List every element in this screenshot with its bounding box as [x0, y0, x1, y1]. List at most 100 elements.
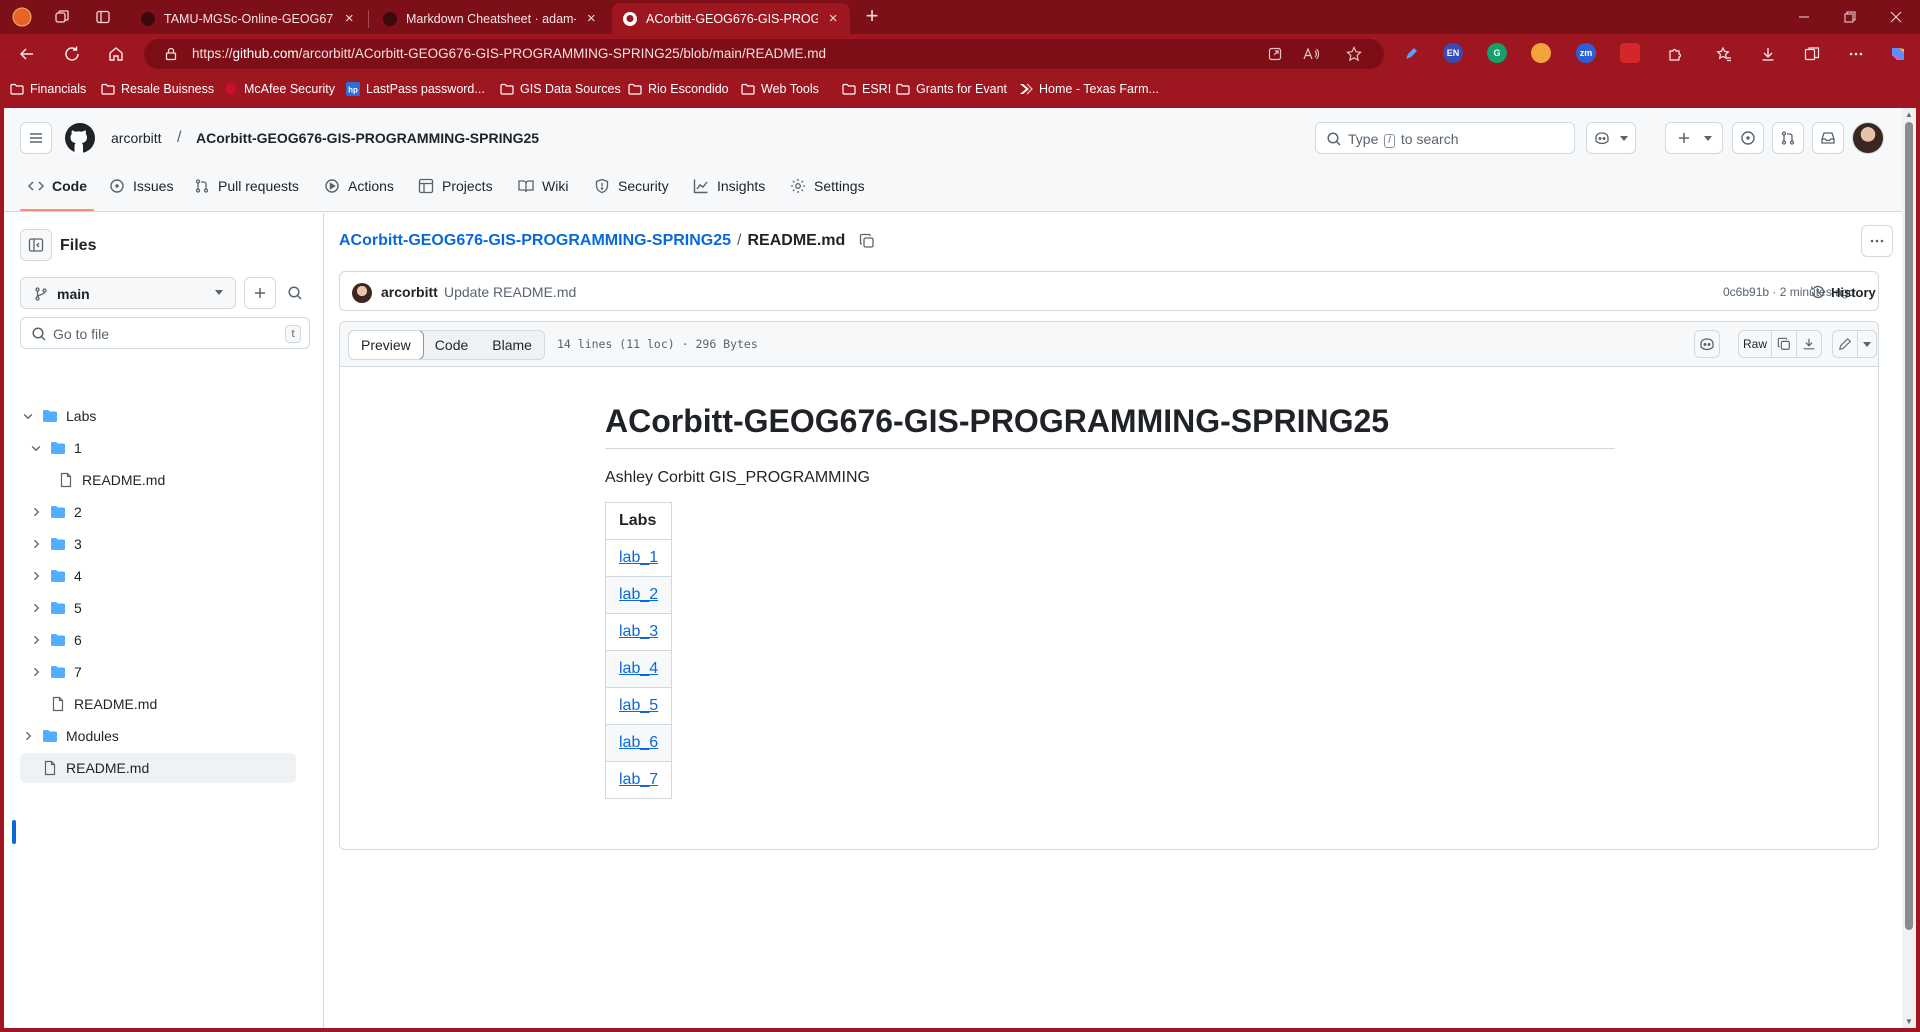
breadcrumb-repo-link[interactable]: ACorbitt-GEOG676-GIS-PROGRAMMING-SPRING2… [339, 232, 731, 250]
lab-link[interactable]: lab_6 [619, 734, 658, 751]
lock-icon[interactable] [164, 47, 178, 61]
minimize-button[interactable] [1781, 0, 1827, 34]
chevron-right-icon[interactable] [20, 728, 36, 744]
lab-link[interactable]: lab_7 [619, 771, 658, 788]
bookmark-folder[interactable]: Rio Escondido [628, 80, 729, 98]
chevron-right-icon[interactable] [28, 664, 44, 680]
close-tab-icon[interactable]: × [826, 10, 840, 27]
pull-requests-button[interactable] [1772, 122, 1804, 154]
preview-view-button[interactable]: Preview [348, 331, 424, 359]
close-tab-icon[interactable]: × [584, 10, 598, 27]
tab-actions[interactable]: Actions [324, 168, 394, 204]
github-search-input[interactable]: Type / to search [1315, 122, 1575, 154]
acrobat-extension-icon[interactable] [1620, 43, 1640, 63]
read-aloud-icon[interactable] [1302, 45, 1320, 63]
tree-folder[interactable]: 5 [20, 593, 296, 623]
issues-button[interactable] [1732, 122, 1764, 154]
address-bar[interactable]: https://github.com/arcorbitt/ACorbitt-GE… [144, 39, 1384, 69]
tree-file[interactable]: README.md [20, 689, 296, 719]
chevron-right-icon[interactable] [28, 568, 44, 584]
bookmark-folder[interactable]: Web Tools [741, 80, 819, 98]
user-avatar[interactable] [1852, 122, 1884, 154]
browser-tab[interactable]: TAMU-MGSc-Online-GEOG676-GIS × [130, 3, 366, 34]
zoom-extension-icon[interactable]: zm [1576, 43, 1596, 63]
chevron-down-icon[interactable] [20, 408, 36, 424]
bookmark-folder[interactable]: ESRI [842, 80, 891, 98]
edit-file-button[interactable] [1832, 330, 1858, 358]
lab-link[interactable]: lab_1 [619, 549, 658, 566]
go-to-file-input[interactable]: t [20, 317, 310, 349]
inbox-button[interactable] [1812, 122, 1844, 154]
back-button[interactable] [15, 42, 39, 66]
lab-link[interactable]: lab_5 [619, 697, 658, 714]
browser-tab[interactable]: Markdown Cheatsheet · adam-p/markdown × [372, 3, 608, 34]
restore-button[interactable] [1827, 0, 1873, 34]
copilot-menu-button[interactable] [1586, 122, 1636, 154]
more-file-options-button[interactable] [1861, 225, 1893, 257]
tree-folder[interactable]: 3 [20, 529, 296, 559]
workspaces-icon[interactable] [50, 5, 74, 29]
ask-copilot-button[interactable] [1694, 330, 1720, 358]
commit-author[interactable]: arcorbitt [381, 284, 438, 300]
lab-link[interactable]: lab_3 [619, 623, 658, 640]
collapse-sidebar-button[interactable] [20, 229, 52, 261]
github-logo-icon[interactable] [64, 122, 96, 154]
tree-folder[interactable]: Labs [20, 401, 296, 431]
repo-owner-link[interactable]: arcorbitt [111, 130, 162, 146]
copy-path-icon[interactable] [859, 233, 875, 249]
chevron-right-icon[interactable] [28, 632, 44, 648]
favorites-icon[interactable] [1712, 42, 1736, 66]
bookmark-folder[interactable]: Grants for Evant [896, 80, 1007, 98]
chevron-down-icon[interactable] [28, 440, 44, 456]
bookmark-folder[interactable]: Resale Buisness [101, 80, 214, 98]
tree-folder[interactable]: Modules [20, 721, 296, 751]
add-file-button[interactable] [244, 277, 276, 309]
chevron-right-icon[interactable] [28, 600, 44, 616]
search-files-button[interactable] [280, 277, 310, 309]
tab-insights[interactable]: Insights [693, 168, 765, 204]
bookmark-folder[interactable]: GIS Data Sources [500, 80, 621, 98]
bookmark-folder[interactable]: Financials [10, 80, 86, 98]
home-button[interactable] [104, 42, 128, 66]
go-to-file-field[interactable] [53, 324, 273, 344]
language-extension-icon[interactable]: EN [1443, 43, 1463, 63]
tree-folder[interactable]: 6 [20, 625, 296, 655]
pen-extension-icon[interactable] [1399, 42, 1423, 66]
vertical-tabs-icon[interactable] [91, 5, 115, 29]
close-window-button[interactable] [1873, 0, 1919, 34]
edit-options-button[interactable] [1857, 330, 1877, 358]
download-raw-button[interactable] [1796, 330, 1822, 358]
lab-link[interactable]: lab_4 [619, 660, 658, 677]
hamburger-menu-button[interactable] [20, 122, 52, 154]
tree-folder[interactable]: 2 [20, 497, 296, 527]
favorite-star-icon[interactable] [1345, 45, 1363, 63]
branch-selector[interactable]: main [20, 277, 236, 309]
url-text[interactable]: https://github.com/arcorbitt/ACorbitt-GE… [192, 46, 826, 61]
repo-name-link[interactable]: ACorbitt-GEOG676-GIS-PROGRAMMING-SPRING2… [196, 130, 539, 146]
create-new-button[interactable] [1665, 122, 1723, 154]
scroll-up-icon[interactable]: ▲ [1905, 110, 1913, 119]
more-options-icon[interactable] [1844, 42, 1868, 66]
copy-raw-button[interactable] [1771, 330, 1797, 358]
extensions-puzzle-icon[interactable] [1663, 42, 1687, 66]
tree-file[interactable]: README.md [20, 465, 296, 495]
lab-link[interactable]: lab_2 [619, 586, 658, 603]
collections-icon[interactable] [1800, 42, 1824, 66]
code-view-button[interactable]: Code [423, 331, 480, 359]
scrollbar-thumb[interactable] [1905, 122, 1913, 930]
tab-wiki[interactable]: Wiki [518, 168, 568, 204]
refresh-button[interactable] [60, 42, 84, 66]
bookmark-link[interactable]: McAfee Security [224, 80, 335, 98]
bookmark-link[interactable]: hp LastPass password... [346, 80, 485, 98]
tab-issues[interactable]: Issues [109, 168, 173, 204]
tab-pull-requests[interactable]: Pull requests [194, 168, 299, 204]
page-scrollbar[interactable]: ▲ ▼ [1902, 108, 1916, 1028]
bookmark-link[interactable]: Home - Texas Farm... [1019, 80, 1159, 98]
tab-code[interactable]: Code [28, 168, 87, 204]
open-in-app-icon[interactable] [1266, 45, 1284, 63]
chevron-right-icon[interactable] [28, 536, 44, 552]
scroll-down-icon[interactable]: ▼ [1905, 1017, 1913, 1026]
history-button[interactable]: History [1810, 284, 1876, 300]
raw-button[interactable]: Raw [1738, 330, 1772, 358]
grammarly-extension-icon[interactable]: G [1487, 43, 1507, 63]
